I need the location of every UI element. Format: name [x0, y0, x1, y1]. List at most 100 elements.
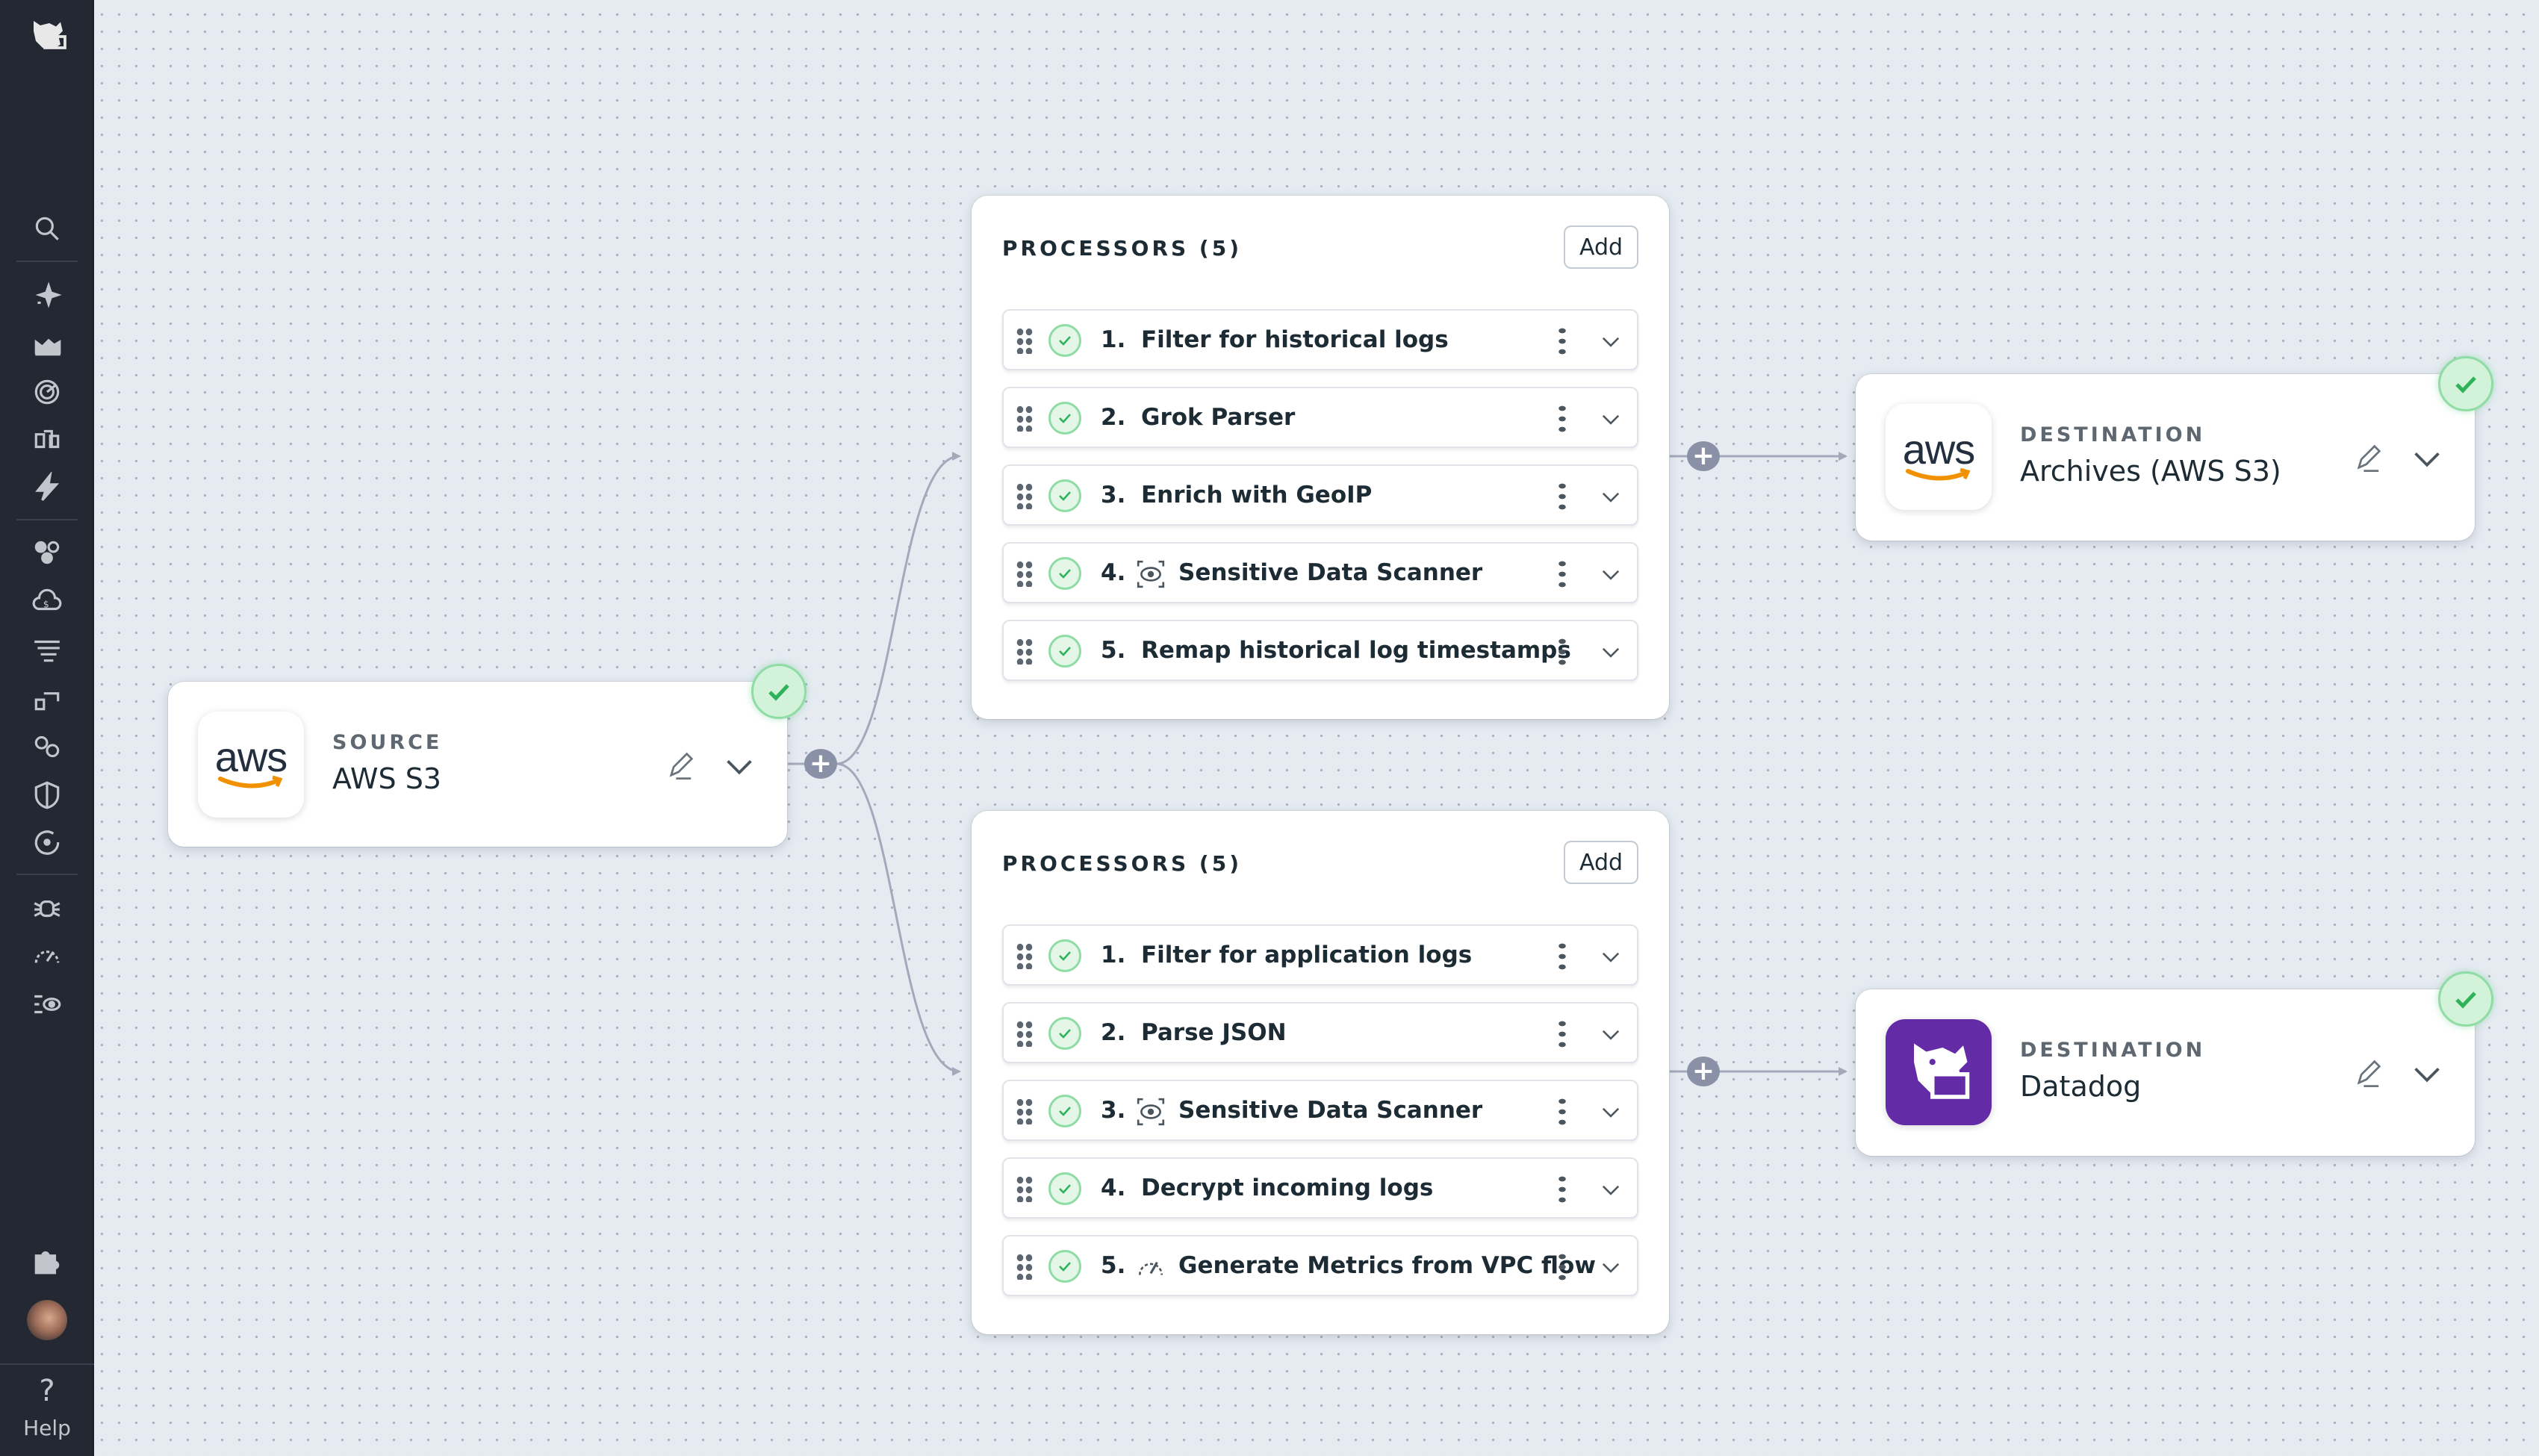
drag-handle-icon[interactable]	[1016, 942, 1034, 969]
drag-handle-icon[interactable]	[1016, 1098, 1034, 1124]
processor-number: 5.	[1101, 637, 1125, 664]
chevron-down-icon[interactable]	[1598, 406, 1623, 432]
processor-number: 3.	[1101, 482, 1125, 508]
chevron-down-icon[interactable]	[1598, 484, 1623, 509]
processor-name: Grok Parser	[1141, 404, 1295, 431]
drag-handle-icon[interactable]	[1016, 405, 1034, 432]
add-after-pipeline-1-button[interactable]: +	[1687, 441, 1720, 471]
processor-number: 5.	[1101, 1252, 1125, 1279]
edit-pencil-icon[interactable]	[2352, 441, 2385, 474]
processor-number: 1.	[1101, 942, 1125, 968]
more-options-icon[interactable]	[1555, 636, 1570, 668]
chevron-down-icon[interactable]	[1598, 1099, 1623, 1124]
processor-status-check-icon	[1048, 557, 1081, 590]
processor-row[interactable]: 4. Decrypt incoming logs	[1002, 1157, 1638, 1219]
drag-handle-icon[interactable]	[1016, 560, 1034, 587]
processor-name: Filter for application logs	[1141, 942, 1472, 968]
processor-row[interactable]: 3.Sensitive Data Scanner	[1002, 1080, 1638, 1141]
destination-status-check-icon	[2438, 356, 2493, 411]
processor-row[interactable]: 1. Filter for application logs	[1002, 924, 1638, 986]
processor-status-check-icon	[1048, 939, 1081, 972]
more-options-icon[interactable]	[1555, 1251, 1570, 1283]
processor-name: Filter for historical logs	[1141, 326, 1449, 353]
chevron-down-icon[interactable]	[1598, 329, 1623, 354]
add-processor-button[interactable]: Add	[1564, 225, 1638, 269]
processor-name: Remap historical log timestamps	[1141, 637, 1571, 664]
processors-header: PROCESSORS (5)	[1002, 236, 1242, 261]
processor-number: 2.	[1101, 404, 1125, 431]
processors-card-1: PROCESSORS (5) Add 1. Filter for historic…	[972, 196, 1669, 719]
processor-name: Parse JSON	[1141, 1019, 1287, 1046]
more-options-icon[interactable]	[1555, 941, 1570, 972]
processor-row[interactable]: 1. Filter for historical logs	[1002, 309, 1638, 370]
drag-handle-icon[interactable]	[1016, 638, 1034, 665]
destination-kind-label: DESTINATION	[2020, 423, 2205, 447]
chevron-down-icon[interactable]	[1598, 1021, 1623, 1047]
connector-to-pipeline-1	[836, 456, 960, 764]
processor-name: Sensitive Data Scanner	[1178, 559, 1482, 586]
add-processor-button[interactable]: Add	[1564, 841, 1638, 884]
more-options-icon[interactable]	[1555, 403, 1570, 435]
sensitive-data-scanner-icon	[1135, 1096, 1166, 1127]
processor-number: 1.	[1101, 326, 1125, 353]
processor-status-check-icon	[1048, 1250, 1081, 1283]
processor-row[interactable]: 5. Generate Metrics from VPC flow	[1002, 1235, 1638, 1296]
chevron-down-icon[interactable]	[1598, 639, 1623, 665]
processor-row[interactable]: 4. Sensitive Data Scanner	[1002, 542, 1638, 603]
processor-status-check-icon	[1048, 402, 1081, 435]
processors-card-2: PROCESSORS (5) Add 1.Filter for applicat…	[972, 811, 1669, 1334]
chevron-down-icon[interactable]	[2411, 1058, 2443, 1091]
destination-status-check-icon	[2438, 971, 2493, 1027]
destination-card-datadog[interactable]: DESTINATION Datadog	[1856, 989, 2475, 1156]
edit-pencil-icon[interactable]	[2352, 1057, 2385, 1089]
more-options-icon[interactable]	[1555, 1018, 1570, 1050]
drag-handle-icon[interactable]	[1016, 327, 1034, 354]
more-options-icon[interactable]	[1555, 1174, 1570, 1205]
drag-handle-icon[interactable]	[1016, 482, 1034, 509]
chevron-down-icon[interactable]	[1598, 1177, 1623, 1202]
processor-status-check-icon	[1048, 479, 1081, 512]
generate-metrics-gauge-icon	[1135, 1251, 1166, 1283]
processor-row[interactable]: 3. Enrich with GeoIP	[1002, 464, 1638, 526]
chevron-down-icon[interactable]	[1598, 944, 1623, 969]
more-options-icon[interactable]	[1555, 1096, 1570, 1127]
drag-handle-icon[interactable]	[1016, 1253, 1034, 1280]
chevron-down-icon[interactable]	[1598, 561, 1623, 587]
processor-row[interactable]: 2. Grok Parser	[1002, 387, 1638, 448]
destination-name: Datadog	[2020, 1070, 2141, 1103]
chevron-down-icon[interactable]	[723, 750, 756, 783]
add-after-source-button[interactable]: +	[804, 749, 837, 779]
source-card[interactable]: aws SOURCE AWS S3	[168, 682, 787, 847]
aws-logo: aws	[1886, 404, 1992, 510]
edit-pencil-icon[interactable]	[665, 749, 697, 782]
drag-handle-icon[interactable]	[1016, 1020, 1034, 1047]
processor-name: Enrich with GeoIP	[1141, 482, 1372, 508]
aws-logo: aws	[198, 712, 304, 818]
chevron-down-icon[interactable]	[2411, 443, 2443, 476]
processor-status-check-icon	[1048, 324, 1081, 357]
processor-number: 2.	[1101, 1019, 1125, 1046]
destination-name: Archives (AWS S3)	[2020, 455, 2281, 488]
connector-to-pipeline-2	[836, 764, 960, 1071]
processor-name: Generate Metrics from VPC flow	[1178, 1252, 1596, 1279]
destination-kind-label: DESTINATION	[2020, 1039, 2205, 1062]
processor-status-check-icon	[1048, 635, 1081, 668]
processor-name: Sensitive Data Scanner	[1178, 1097, 1482, 1124]
more-options-icon[interactable]	[1555, 326, 1570, 357]
processor-row[interactable]: 5. Remap historical log timestamps	[1002, 620, 1638, 681]
processor-number: 4.	[1101, 1175, 1125, 1201]
add-after-pipeline-2-button[interactable]: +	[1687, 1057, 1720, 1086]
more-options-icon[interactable]	[1555, 559, 1570, 590]
processor-number: 4.	[1101, 559, 1125, 586]
processor-row[interactable]: 2. Parse JSON	[1002, 1002, 1638, 1063]
drag-handle-icon[interactable]	[1016, 1175, 1034, 1202]
processor-status-check-icon	[1048, 1172, 1081, 1205]
processor-name: Decrypt incoming logs	[1141, 1175, 1433, 1201]
source-name: AWS S3	[332, 762, 441, 795]
chevron-down-icon[interactable]	[1598, 1254, 1623, 1280]
more-options-icon[interactable]	[1555, 481, 1570, 512]
destination-card-archives[interactable]: aws DESTINATION Archives (AWS S3)	[1856, 374, 2475, 541]
processor-status-check-icon	[1048, 1017, 1081, 1050]
sensitive-data-scanner-icon	[1135, 559, 1166, 590]
processor-status-check-icon	[1048, 1095, 1081, 1127]
